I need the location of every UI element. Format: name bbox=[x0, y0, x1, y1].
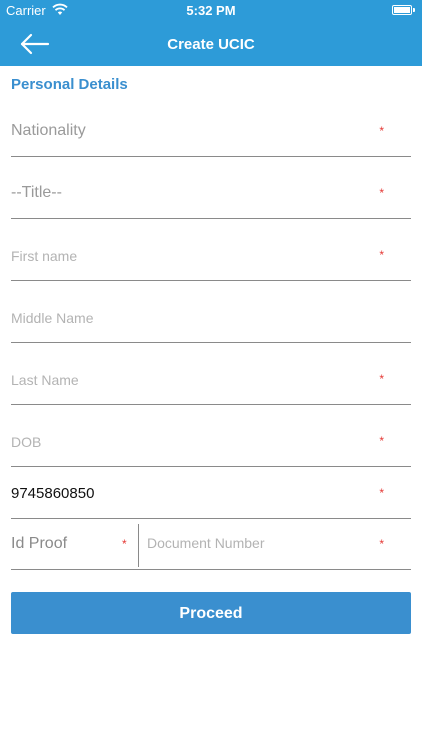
page-title: Create UCIC bbox=[167, 36, 255, 53]
section-title: Personal Details bbox=[11, 76, 128, 93]
first-name-placeholder: First name bbox=[11, 248, 78, 264]
title-label: --Title-- bbox=[11, 184, 62, 201]
dob-placeholder: DOB bbox=[11, 434, 42, 450]
dob-input[interactable]: DOB * bbox=[11, 427, 411, 467]
last-name-input[interactable]: Last Name * bbox=[11, 365, 411, 405]
mobile-number-input[interactable]: 9745860850 * bbox=[11, 479, 411, 519]
status-bar: Carrier 5:32 PM bbox=[0, 0, 422, 22]
required-marker: * bbox=[379, 434, 384, 448]
nationality-label: Nationality bbox=[11, 122, 86, 139]
nationality-select[interactable]: Nationality * bbox=[11, 117, 411, 157]
middle-name-input[interactable]: Middle Name bbox=[11, 303, 411, 343]
document-number-input[interactable]: Document Number bbox=[147, 535, 265, 551]
last-name-placeholder: Last Name bbox=[11, 372, 79, 388]
battery-icon bbox=[392, 5, 415, 15]
clock: 5:32 PM bbox=[186, 3, 236, 18]
required-marker: * bbox=[379, 537, 384, 551]
proceed-button[interactable]: Proceed bbox=[11, 592, 411, 634]
required-marker: * bbox=[379, 248, 384, 262]
mobile-number-value: 9745860850 bbox=[11, 485, 95, 502]
middle-name-placeholder: Middle Name bbox=[11, 310, 94, 326]
field-divider bbox=[138, 524, 139, 567]
required-marker: * bbox=[379, 186, 384, 200]
required-marker: * bbox=[122, 537, 127, 551]
title-select[interactable]: --Title-- * bbox=[11, 179, 411, 219]
nav-bar: Create UCIC bbox=[0, 22, 422, 66]
first-name-input[interactable]: First name * bbox=[11, 241, 411, 281]
required-marker: * bbox=[379, 372, 384, 386]
id-proof-select[interactable]: Id Proof bbox=[11, 535, 67, 553]
required-marker: * bbox=[379, 486, 384, 500]
id-proof-row: Id Proof * Document Number * bbox=[11, 522, 411, 570]
required-marker: * bbox=[379, 124, 384, 138]
